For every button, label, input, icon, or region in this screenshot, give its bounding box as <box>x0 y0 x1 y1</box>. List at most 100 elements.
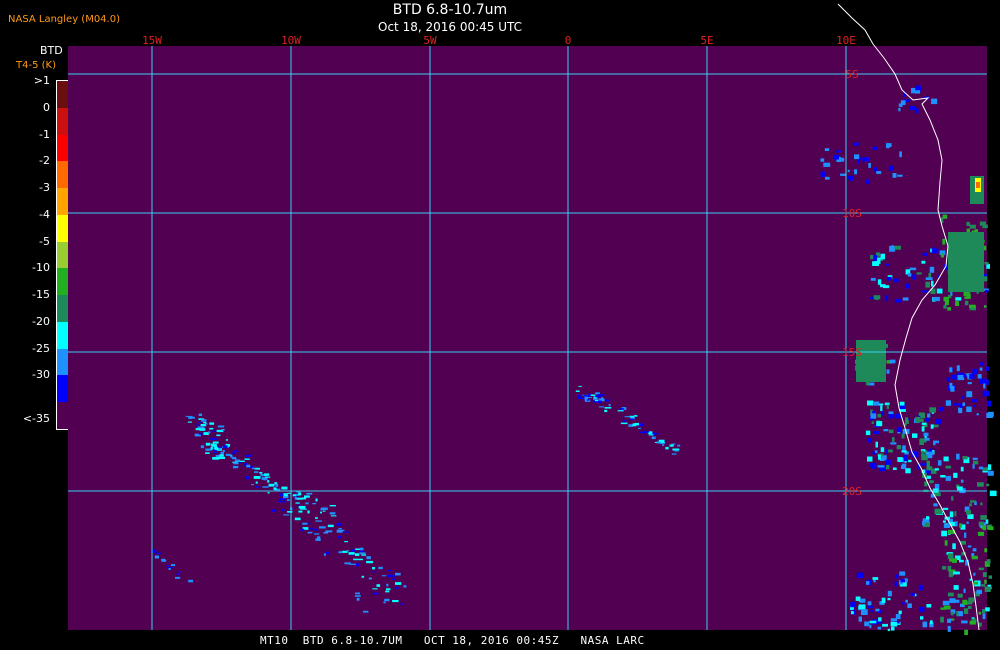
cloud-streak <box>230 455 233 458</box>
cloud-cell <box>933 424 939 428</box>
cloud-cell <box>879 284 886 288</box>
cloud-cell <box>877 465 885 468</box>
cloud-cell <box>891 245 894 251</box>
cloud-cell <box>883 429 889 432</box>
cloud-streak <box>384 598 390 602</box>
cloud-cell <box>868 163 871 168</box>
cloud-streak <box>216 434 221 437</box>
cloud-cell <box>919 439 924 445</box>
cloud-cell <box>905 283 911 289</box>
cloud-cell <box>918 606 925 612</box>
cloud-cell <box>825 176 830 180</box>
cloud-cell <box>833 154 839 160</box>
cloud-cell <box>881 411 884 416</box>
cloud-streak <box>597 394 605 396</box>
cloud-streak <box>300 508 307 510</box>
cloud-streak <box>344 541 348 543</box>
cloud-cell <box>909 106 916 111</box>
cloud-cell <box>924 437 930 441</box>
cloud-cell <box>873 580 876 583</box>
cloud-cell <box>930 424 934 429</box>
cloud-cell <box>854 169 857 175</box>
cloud-cell <box>916 272 922 275</box>
cloud-cell <box>935 508 943 515</box>
cloud-cell <box>959 559 964 563</box>
cloud-streak <box>321 507 328 510</box>
cloud-cell <box>872 451 876 455</box>
cloud-cell <box>987 470 994 476</box>
cloud-cell <box>943 456 949 462</box>
cloud-streak <box>188 416 195 419</box>
cloud-streak <box>388 569 393 572</box>
cloud-cell <box>956 453 960 460</box>
cloud-streak <box>298 505 306 509</box>
cloud-streak <box>176 573 180 575</box>
cloud-streak <box>315 517 318 519</box>
cloud-streak <box>221 429 225 431</box>
cloud-streak <box>234 459 241 462</box>
cloud-cell <box>888 165 894 171</box>
cloud-cell <box>901 433 905 439</box>
cloud-cell <box>850 611 854 615</box>
cloud-cell <box>962 599 968 605</box>
cloud-cell <box>877 626 882 630</box>
cloud-streak <box>604 409 608 413</box>
cloud-cell <box>823 162 831 167</box>
cloud-cell <box>873 431 880 435</box>
cloud-cell <box>940 475 946 478</box>
cloud-streak <box>205 442 211 446</box>
cloud-cell <box>966 521 969 524</box>
cloud-streak <box>356 558 363 561</box>
cloud-streak <box>197 421 203 423</box>
cloud-streak <box>640 424 644 427</box>
cloud-streak <box>638 427 641 429</box>
cloud-cell <box>953 472 958 478</box>
cloud-streak <box>232 465 239 469</box>
cloud-streak <box>323 553 326 556</box>
cloud-streak <box>582 397 585 400</box>
cloud-cell <box>908 459 912 463</box>
cloud-cell <box>914 90 921 94</box>
cloud-streak <box>203 421 207 424</box>
cloud-streak <box>201 419 207 422</box>
cloud-streak <box>624 416 631 418</box>
cloud-streak <box>654 441 658 443</box>
cloud-streak <box>361 554 367 556</box>
cloud-cell <box>928 272 932 278</box>
cloud-cell <box>866 179 870 184</box>
cloud-cell <box>985 519 989 524</box>
cloud-streak <box>246 464 251 468</box>
cloud-cell <box>943 304 947 309</box>
satellite-map: 15W 10W 5W 0 5E 10E 5S 10S 15S 20S <box>68 3 997 635</box>
cloud-cell <box>902 445 906 451</box>
cloud-streak <box>213 451 217 454</box>
cloud-cell <box>896 445 902 450</box>
cloud-cell <box>892 437 895 442</box>
cloud-streak <box>362 610 369 613</box>
cloud-cell <box>956 611 959 617</box>
cloud-cell <box>841 157 845 162</box>
cloud-cell <box>876 421 883 427</box>
cloud-streak <box>267 480 270 483</box>
cloud-cell <box>955 301 959 306</box>
cloud-cell <box>820 158 825 162</box>
cloud-cell <box>983 383 986 389</box>
cloud-streak <box>386 583 389 587</box>
cloud-streak <box>338 528 342 530</box>
cloud-cell <box>964 300 969 306</box>
cloud-streak <box>633 415 638 417</box>
cloud-cell <box>854 154 860 160</box>
cloud-streak <box>287 499 290 501</box>
cloud-streak <box>166 564 171 567</box>
cloud-cell <box>987 584 992 587</box>
cloud-cell <box>969 224 976 229</box>
cloud-streak <box>395 572 401 576</box>
cloud-cell <box>884 295 889 301</box>
cloud-streak <box>298 492 302 496</box>
cloud-streak <box>325 551 331 555</box>
cloud-streak <box>622 420 627 422</box>
cloud-cell <box>986 263 990 269</box>
cloud-cell <box>873 167 877 172</box>
cloud-cell <box>873 255 878 261</box>
cloud-streak <box>315 498 318 502</box>
